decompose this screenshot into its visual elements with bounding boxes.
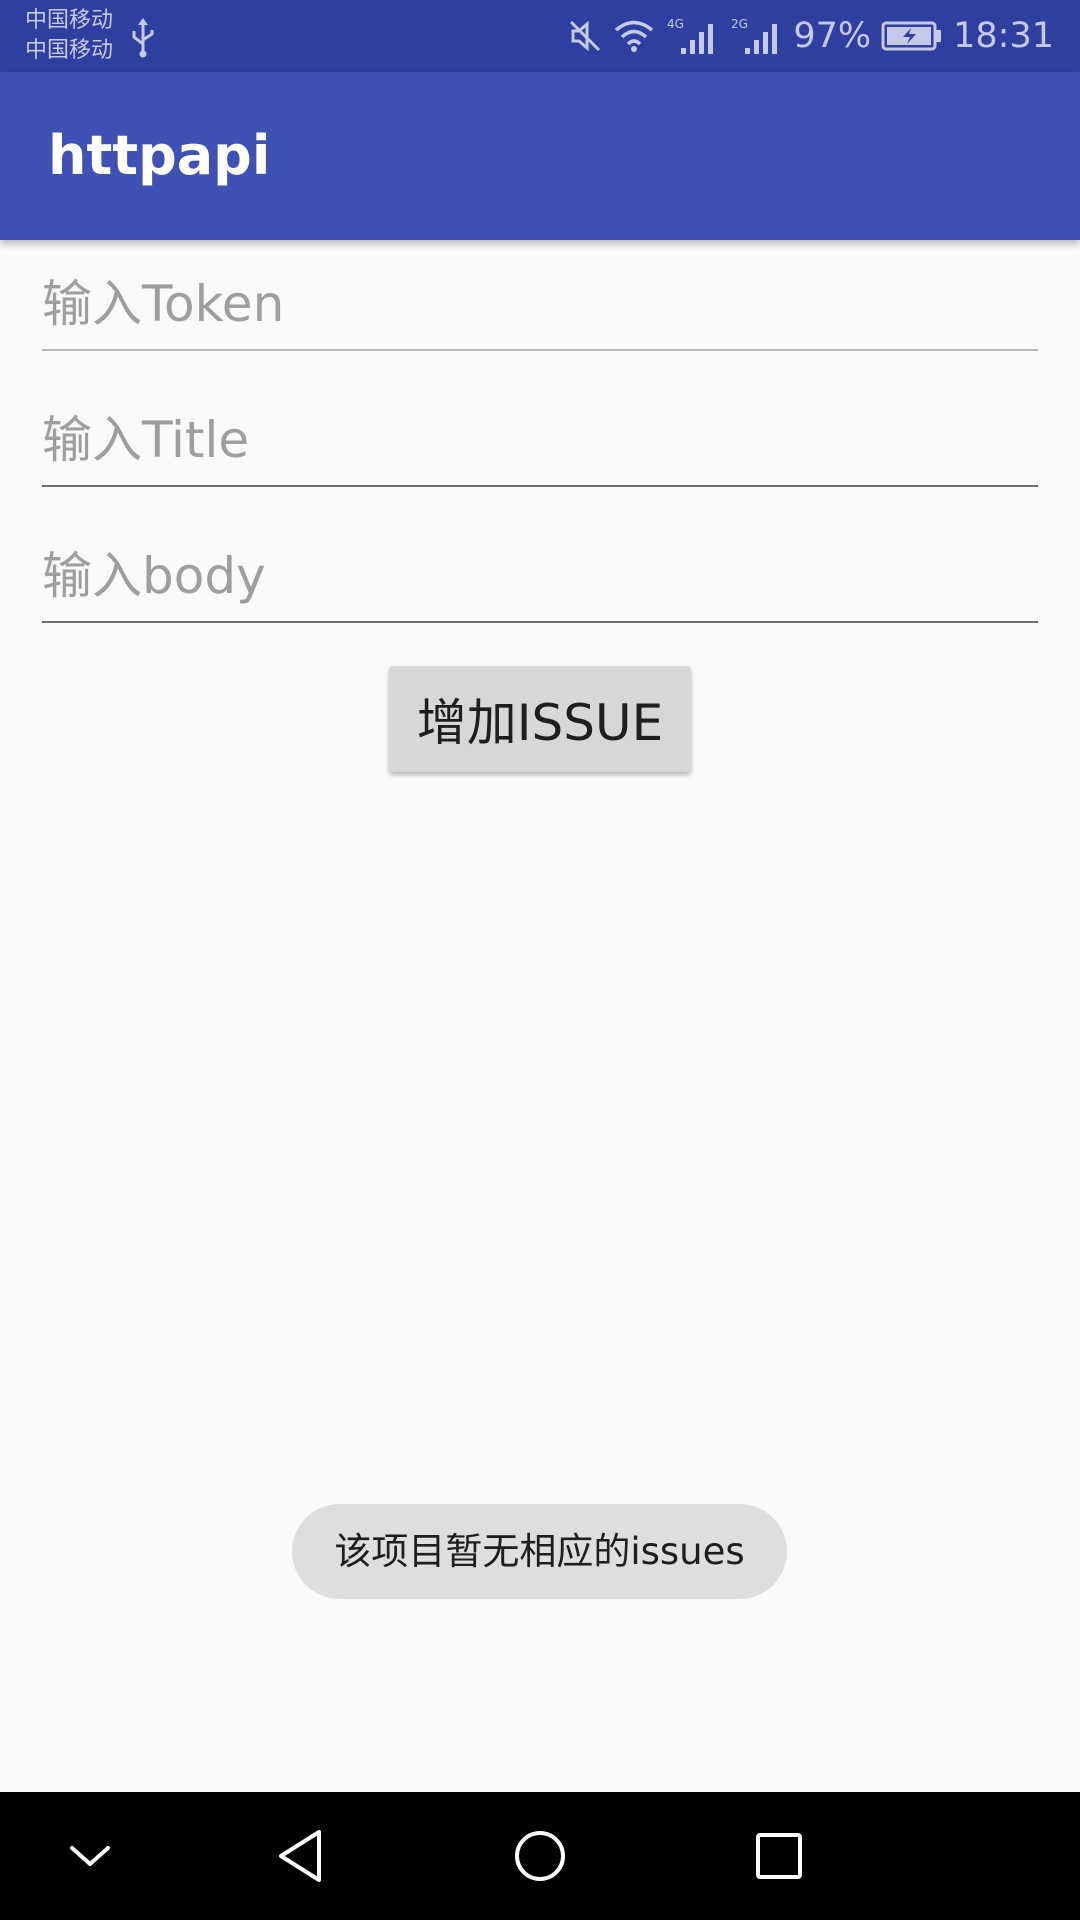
usb-icon bbox=[132, 18, 154, 58]
network-2g-label: 2G bbox=[731, 17, 748, 31]
battery-percent: 97% bbox=[793, 16, 872, 56]
status-icons: 4G 2G 97% 18:31 bbox=[567, 0, 1054, 72]
collapse-icon bbox=[70, 1846, 110, 1866]
app-title: httpapi bbox=[48, 124, 271, 187]
home-icon bbox=[515, 1831, 565, 1881]
clock: 18:31 bbox=[953, 16, 1054, 56]
collapse-nav-button[interactable] bbox=[26, 1792, 154, 1920]
home-button[interactable] bbox=[476, 1792, 604, 1920]
title-input[interactable] bbox=[42, 405, 1038, 475]
signal-icon: 2G bbox=[731, 17, 778, 54]
app-bar: httpapi bbox=[0, 72, 1080, 240]
token-field bbox=[42, 241, 1038, 351]
toast-message: 该项目暂无相应的issues bbox=[292, 1504, 787, 1599]
wifi-icon bbox=[615, 20, 654, 52]
carrier-1: 中国移动 bbox=[25, 8, 114, 33]
navigation-bar bbox=[0, 1792, 1080, 1920]
status-bar: 中国移动 中国移动 4G 2G 97% 18:31 bbox=[0, 0, 1080, 72]
carrier-labels: 中国移动 中国移动 bbox=[25, 6, 113, 66]
body-field bbox=[42, 513, 1038, 623]
carrier-2: 中国移动 bbox=[25, 38, 114, 63]
recent-apps-button[interactable] bbox=[715, 1792, 843, 1920]
network-4g-label: 4G bbox=[667, 17, 684, 31]
title-field bbox=[42, 377, 1038, 487]
recent-apps-icon bbox=[756, 1833, 802, 1879]
token-input[interactable] bbox=[42, 269, 1038, 339]
body-input[interactable] bbox=[42, 541, 1038, 611]
back-button[interactable] bbox=[236, 1792, 364, 1920]
back-icon bbox=[279, 1830, 321, 1882]
battery-charging-icon bbox=[881, 21, 942, 51]
mute-icon bbox=[570, 20, 601, 52]
signal-icon: 4G bbox=[667, 17, 714, 54]
add-issue-button[interactable]: 增加ISSUE bbox=[389, 666, 691, 772]
